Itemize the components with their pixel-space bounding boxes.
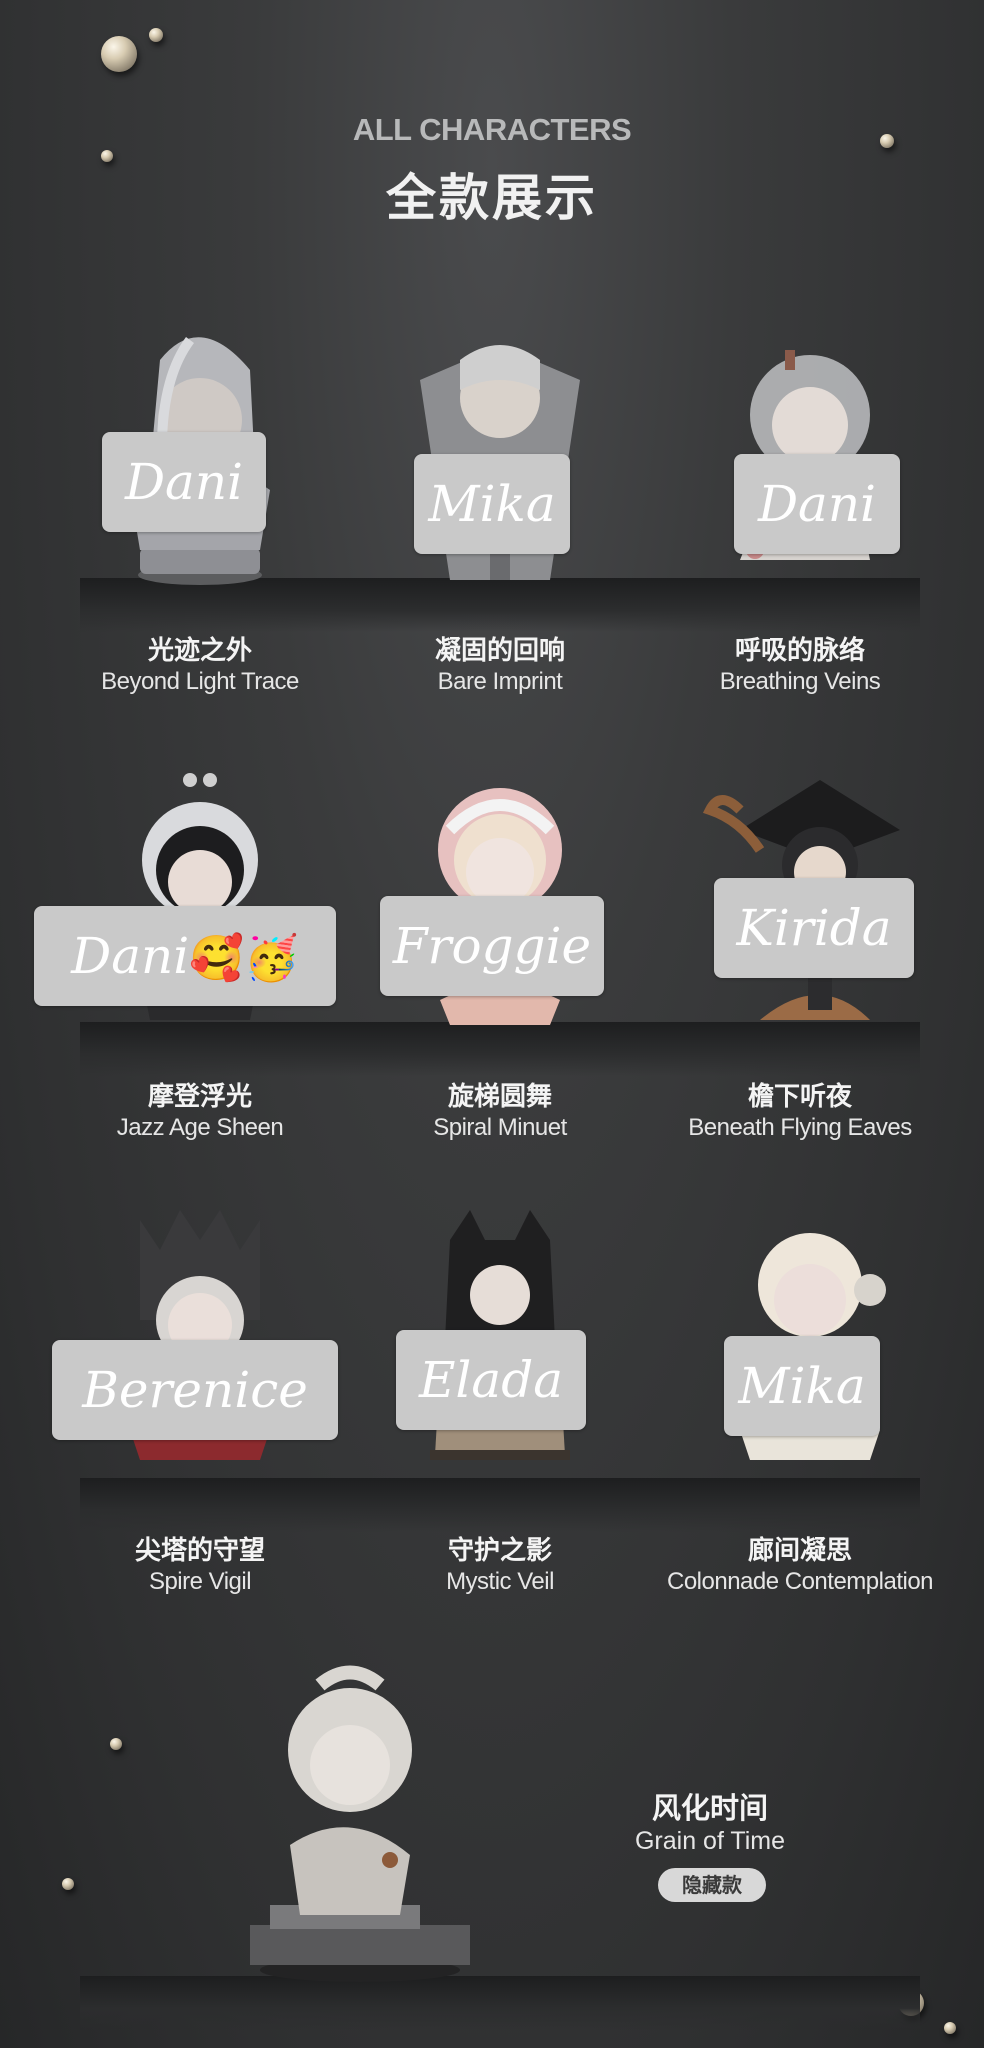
- character-name-zh: 呼吸的脉络: [734, 636, 865, 666]
- character-name-en: Beneath Flying Eaves: [688, 1114, 912, 1141]
- character-name-zh: 廊间凝思: [747, 1536, 852, 1566]
- hidden-figure-image: [230, 1665, 490, 1985]
- shelf: [80, 1976, 920, 2030]
- pearl-decoration: [944, 2022, 956, 2034]
- character-card[interactable]: Froggie 旋梯圆舞 Spiral Minuet: [350, 770, 650, 1160]
- name-tag: Dani: [734, 454, 900, 554]
- character-name-en: Beyond Light Trace: [101, 668, 299, 695]
- character-name-zh: 尖塔的守望: [134, 1536, 265, 1566]
- pearl-decoration: [110, 1738, 122, 1750]
- pearl-decoration: [62, 1878, 74, 1890]
- name-tag: Dani: [102, 432, 266, 532]
- character-card[interactable]: Mika 凝固的回响 Bare Imprint: [350, 320, 650, 710]
- emoji-decoration: 🥰🥳: [189, 933, 299, 984]
- name-tag: Dani🥰🥳: [34, 906, 336, 1006]
- name-tag: Mika: [724, 1336, 880, 1436]
- name-tag: Elada: [396, 1330, 586, 1430]
- character-name-zh: 摩登浮光: [147, 1082, 252, 1112]
- name-tag: Mika: [414, 454, 570, 554]
- hidden-badge: 隐藏款: [658, 1868, 766, 1902]
- character-name-zh: 光迹之外: [147, 636, 252, 666]
- character-card[interactable]: Kirida 檐下听夜 Beneath Flying Eaves: [650, 770, 950, 1160]
- character-card[interactable]: Elada 守护之影 Mystic Veil: [350, 1200, 650, 1595]
- name-tag: Froggie: [380, 896, 604, 996]
- name-tag-text: Froggie: [392, 917, 592, 975]
- header-title-zh: 全款展示: [386, 169, 598, 227]
- character-card[interactable]: Berenice 尖塔的守望 Spire Vigil: [50, 1200, 350, 1595]
- pearl-decoration: [101, 36, 137, 72]
- name-tag: Berenice: [52, 1340, 338, 1440]
- name-tag-text: Dani: [124, 453, 244, 511]
- pearl-decoration: [149, 28, 163, 42]
- character-name-zh: 檐下听夜: [747, 1082, 852, 1112]
- character-card[interactable]: Dani 呼吸的脉络 Breathing Veins: [650, 320, 950, 710]
- name-tag-text: Dani: [71, 927, 190, 985]
- name-tag-text: Mika: [428, 475, 556, 533]
- character-name-en: Jazz Age Sheen: [116, 1114, 284, 1141]
- name-tag-text: Mika: [738, 1357, 866, 1415]
- name-tag-text: Dani: [757, 475, 877, 533]
- header-title-en: ALL CHARACTERS: [352, 112, 632, 147]
- hidden-name-zh: 风化时间: [651, 1791, 768, 1825]
- character-name-en: Colonnade Contemplation: [666, 1568, 934, 1595]
- character-name-en: Breathing Veins: [719, 668, 881, 695]
- character-name-en: Bare Imprint: [437, 668, 563, 695]
- character-name-en: Mystic Veil: [446, 1568, 554, 1595]
- name-tag: Kirida: [714, 878, 914, 978]
- character-card[interactable]: Dani🥰🥳 摩登浮光 Jazz Age Sheen: [34, 770, 350, 1160]
- name-tag-text: Elada: [418, 1351, 564, 1409]
- character-name-zh: 旋梯圆舞: [447, 1082, 552, 1112]
- name-tag-text: Kirida: [736, 899, 892, 957]
- character-name-zh: 守护之影: [447, 1536, 552, 1566]
- character-card[interactable]: Dani 光迹之外 Beyond Light Trace: [50, 320, 350, 710]
- name-tag-text: Berenice: [82, 1361, 308, 1419]
- character-name-zh: 凝固的回响: [434, 636, 565, 666]
- character-card[interactable]: Mika 廊间凝思 Colonnade Contemplation: [650, 1200, 950, 1595]
- character-name-en: Spiral Minuet: [433, 1114, 567, 1141]
- product-lineup-page: ALL CHARACTERS 全款展示 Dani 光迹之外 Beyond Lig…: [0, 0, 984, 2048]
- character-name-en: Spire Vigil: [148, 1568, 252, 1595]
- hidden-name-en: Grain of Time: [634, 1827, 786, 1855]
